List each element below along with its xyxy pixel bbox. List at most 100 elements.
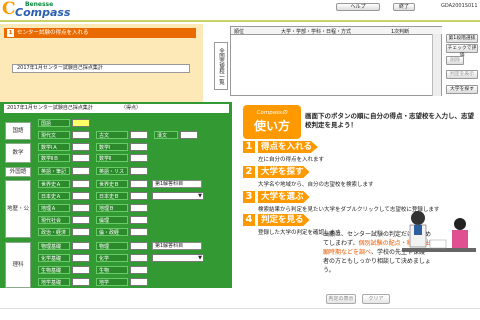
score-label: 漢文 — [154, 131, 178, 139]
step-1-title: 得点を入れる — [258, 141, 319, 153]
score-section-header: 1 センター試験の得点を入れる — [4, 28, 196, 38]
section-number: 1 — [7, 29, 14, 37]
score-label: 古文 — [96, 131, 128, 139]
score-input[interactable] — [130, 216, 148, 224]
category-foreign: 外国語 — [5, 167, 31, 177]
score-label: 国語 — [38, 119, 70, 127]
screen-code: GDA2001S011 — [441, 3, 478, 9]
help-button[interactable]: ヘルプ — [336, 3, 380, 11]
score-input[interactable] — [72, 266, 90, 274]
score-label: 英語・リス — [96, 167, 128, 175]
score-label: 数学Ⅱ — [96, 154, 128, 162]
national-school-list-label[interactable]: 全国志望校一覧 — [214, 42, 228, 90]
score-label: 現代文 — [38, 131, 70, 139]
school-list-scrollbar[interactable] — [432, 34, 441, 96]
score-form-title-text: 2017年1月センター試験自己採点集計 — [7, 105, 93, 111]
score-input[interactable] — [130, 242, 148, 250]
score-input[interactable] — [180, 131, 198, 139]
step-1-number: 1 — [243, 141, 255, 153]
score-input[interactable] — [130, 204, 148, 212]
step-1-desc: 左に自分の得点を入れます — [258, 157, 325, 163]
benesse-compass-logo: C Benesse Compass — [2, 0, 70, 20]
first-answer-subject-select[interactable] — [152, 254, 204, 262]
clear-button[interactable]: クリア — [362, 294, 390, 304]
score-label: 英語・筆記 — [38, 167, 70, 175]
score-input[interactable] — [72, 204, 90, 212]
score-label: 日本史Ａ — [38, 192, 70, 200]
score-input[interactable] — [72, 254, 90, 262]
score-input[interactable] — [72, 192, 90, 200]
category-social: 地歴・公民 — [5, 180, 31, 268]
score-label: 生物基礎 — [38, 266, 70, 274]
exit-button[interactable]: 終了 — [393, 3, 415, 11]
score-label: 現代社会 — [38, 216, 70, 224]
delete-button[interactable]: 削除 — [446, 56, 464, 65]
howto-brand: Compassの — [256, 110, 288, 116]
score-input[interactable] — [72, 180, 90, 188]
school-list-table[interactable]: 順位 大学・学部・学科・日程・方式 1次判断 — [230, 26, 442, 96]
section-title: センター試験の得点を入れる — [17, 30, 89, 36]
score-input[interactable] — [130, 180, 148, 188]
check-eval-button[interactable]: チェックで評価 — [446, 44, 478, 58]
col-school: 大学・学部・学科・日程・方式 — [281, 29, 352, 35]
score-label: 日本史Ｂ — [96, 192, 128, 200]
score-input[interactable] — [72, 131, 90, 139]
score-label: 世界史Ａ — [38, 180, 70, 188]
score-label: 化学 — [96, 254, 128, 262]
score-input[interactable] — [72, 167, 90, 175]
score-input[interactable] — [72, 228, 90, 236]
score-label: 物理 — [96, 242, 128, 250]
step-3-number: 3 — [243, 191, 255, 203]
score-input[interactable] — [130, 266, 148, 274]
judgement-display-button[interactable]: 判定を表示 — [446, 70, 478, 79]
score-label: 世界史Ｂ — [96, 180, 128, 188]
howto-intro: 画面下のボタンの順に自分の得点・志望校を入力し、志望校判定を見よう！ — [305, 112, 474, 129]
step-4-title: 判定を見る — [258, 214, 310, 226]
view-result-button[interactable]: 判定の表示 — [326, 294, 356, 304]
score-label: 地学 — [96, 278, 128, 286]
exam-name-field[interactable]: 2017年1月センター試験自己採点集計 — [12, 64, 190, 73]
score-input[interactable] — [72, 242, 90, 250]
score-input[interactable] — [130, 228, 148, 236]
score-input[interactable] — [130, 167, 148, 175]
score-input[interactable] — [72, 143, 90, 151]
score-label: 地理Ｂ — [96, 204, 128, 212]
header-divider — [0, 20, 480, 22]
score-input[interactable] — [130, 154, 148, 162]
score-input[interactable] — [130, 192, 148, 200]
logo-c-mark: C — [2, 0, 16, 19]
score-form-title: 2017年1月センター試験自己採点集計 （得点） — [4, 104, 229, 113]
step-4-number: 4 — [243, 214, 255, 226]
score-label: 倫・政経 — [96, 228, 128, 236]
score-input[interactable] — [72, 119, 90, 127]
score-label: 倫理 — [96, 216, 128, 224]
score-input[interactable] — [130, 143, 148, 151]
score-label: 政治・経済 — [38, 228, 70, 236]
first-answer-subject-label: 第1解答科目 — [152, 242, 202, 250]
score-label: 数学Ⅰ — [96, 143, 128, 151]
first-answer-subject-select[interactable] — [152, 192, 204, 200]
school-list-header: 順位 大学・学部・学科・日程・方式 1次判断 — [231, 27, 442, 35]
score-input[interactable] — [72, 154, 90, 162]
score-label: 数学ⅡＢ — [38, 154, 70, 162]
category-japanese: 国語 — [5, 122, 31, 140]
score-input[interactable] — [130, 131, 148, 139]
score-label: 地学基礎 — [38, 278, 70, 286]
score-input[interactable] — [72, 278, 90, 286]
step-3-title: 大学を選ぶ — [258, 191, 310, 203]
step-2-desc: 大学名や地域から、自分の志望校を検索します — [258, 182, 374, 188]
score-input[interactable] — [130, 254, 148, 262]
step-2-number: 2 — [243, 166, 255, 178]
howto-badge: Compassの 使い方 — [243, 105, 301, 139]
col-judgement: 1次判断 — [391, 29, 410, 35]
consultation-illustration-icon — [402, 211, 476, 252]
score-input[interactable] — [72, 216, 90, 224]
score-label: 生物 — [96, 266, 128, 274]
search-school-button[interactable]: 大学を探す — [446, 85, 478, 94]
howto-title: 使い方 — [253, 119, 290, 133]
category-science: 理科 — [5, 242, 31, 288]
first-stage-button[interactable]: 第1段階選抜 — [446, 34, 478, 43]
step-2-title: 大学を探す — [258, 166, 310, 178]
score-label: 数学ⅠＡ — [38, 143, 70, 151]
score-input[interactable] — [130, 278, 148, 286]
